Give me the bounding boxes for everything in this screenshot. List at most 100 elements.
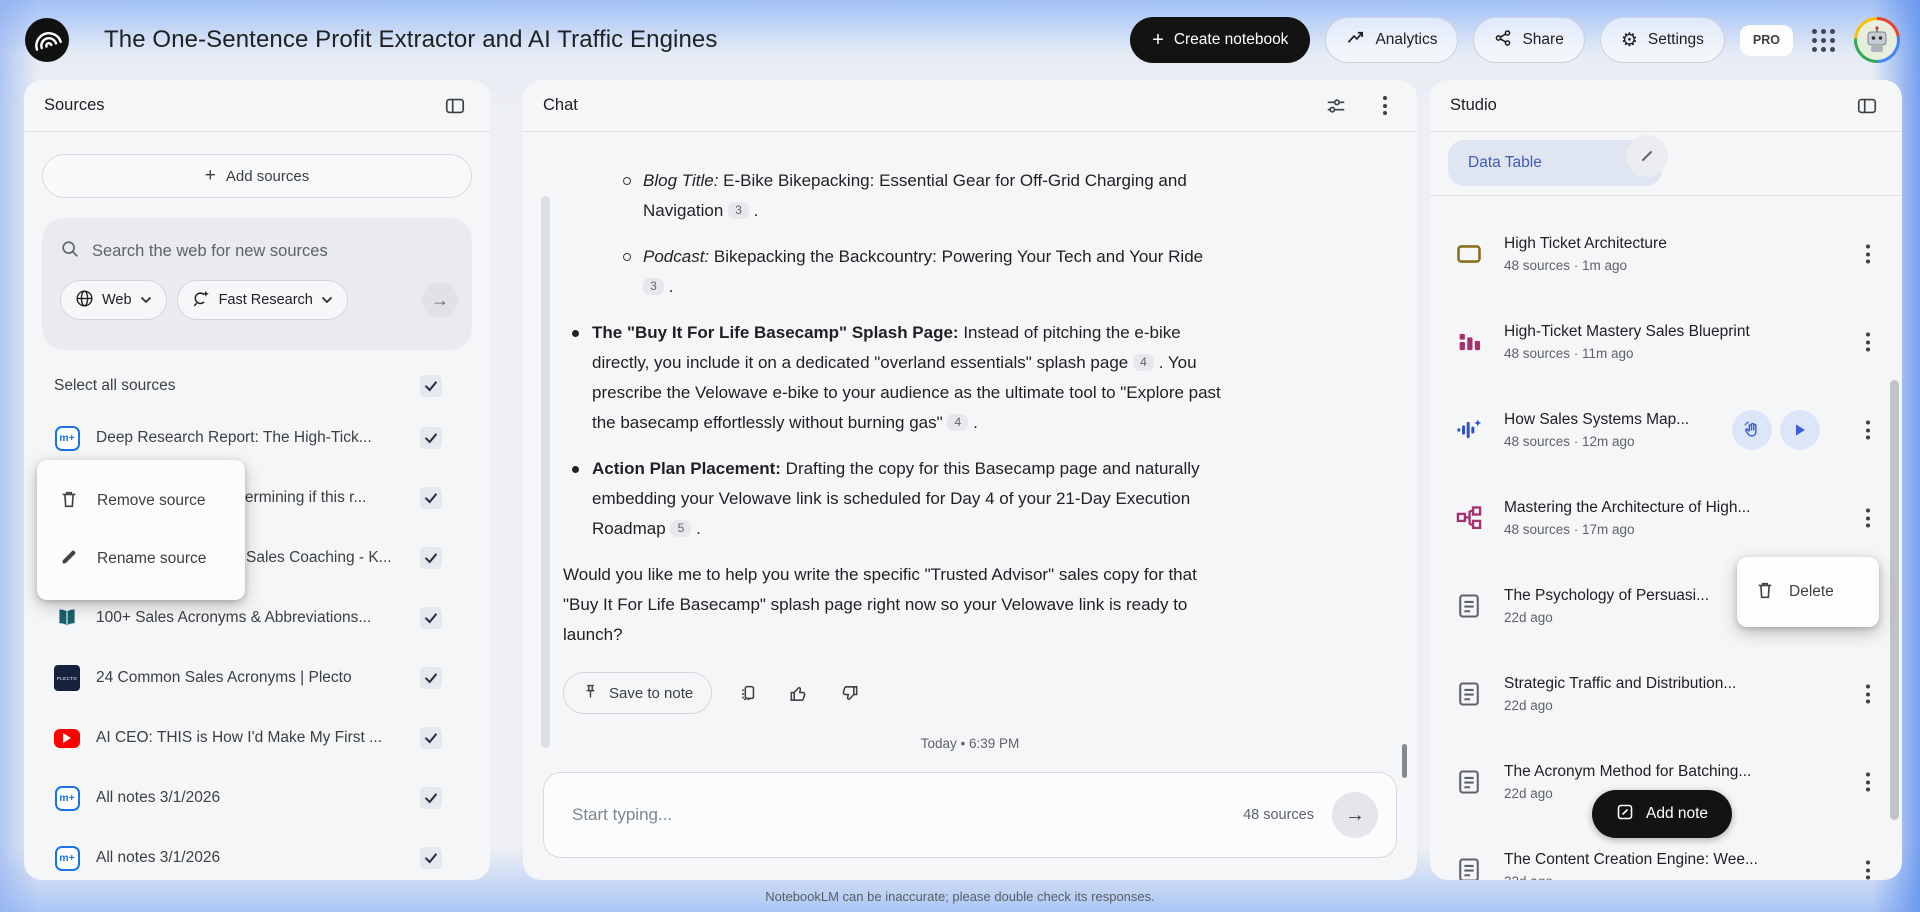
citation-chip[interactable]: 4	[1132, 353, 1154, 371]
disclaimer-footer: NotebookLM can be inaccurate; please dou…	[765, 888, 1155, 904]
app-header: The One-Sentence Profit Extractor and AI…	[0, 0, 1920, 80]
chat-text: Blog Title: E-Bike Bikepacking: Essentia…	[643, 171, 1187, 220]
note-icon: m+	[54, 785, 80, 811]
more-options-button[interactable]	[1860, 679, 1876, 710]
studio-panel: Studio Data Table High Ticket Architectu…	[1430, 80, 1902, 880]
interactive-mode-button[interactable]	[1732, 410, 1772, 450]
analytics-button[interactable]: Analytics	[1325, 17, 1459, 63]
chat-more-options-icon[interactable]	[1373, 86, 1397, 125]
source-checkbox[interactable]	[420, 607, 442, 629]
source-row[interactable]: AI CEO: THIS is How I'd Make My First ..…	[24, 708, 490, 768]
collapse-sources-panel-icon[interactable]	[440, 91, 470, 121]
source-title: Deep Research Report: The High-Tick...	[96, 429, 372, 446]
chat-scrollbar[interactable]	[541, 196, 550, 748]
header-actions: + Create notebook Analytics Share ⚙ Sett…	[1130, 17, 1900, 63]
sources-panel: Sources + Add sources Web Fast Rese	[24, 80, 490, 880]
source-checkbox[interactable]	[420, 727, 442, 749]
more-options-button[interactable]	[1860, 327, 1876, 358]
source-row[interactable]: m+ Deep Research Report: The High-Tick...	[24, 408, 490, 468]
studio-item-meta: 48 sources · 12m ago	[1504, 434, 1635, 449]
citation-chip[interactable]: 4	[947, 413, 969, 431]
play-audio-button[interactable]	[1780, 410, 1820, 450]
plecto-favicon: PLECTO	[54, 665, 80, 691]
copy-icon[interactable]	[734, 679, 762, 707]
studio-item[interactable]: Strategic Traffic and Distribution... 22d…	[1430, 650, 1902, 738]
chat-settings-icon[interactable]	[1321, 91, 1351, 121]
source-row[interactable]: m+ All notes 3/1/2026	[24, 828, 490, 880]
globe-icon	[75, 289, 94, 312]
settings-button[interactable]: ⚙ Settings	[1599, 17, 1725, 63]
source-row[interactable]: PLECTO 24 Common Sales Acronyms | Plecto	[24, 648, 490, 708]
source-checkbox[interactable]	[420, 487, 442, 509]
more-options-button[interactable]	[1860, 239, 1876, 270]
studio-item[interactable]: High-Ticket Mastery Sales Blueprint 48 so…	[1430, 298, 1902, 386]
flowchart-icon	[1452, 501, 1486, 535]
citation-chip[interactable]: 5	[670, 519, 692, 537]
chat-message: Blog Title: E-Bike Bikepacking: Essentia…	[563, 132, 1223, 714]
studio-item[interactable]: High Ticket Architecture 48 sources · 1m …	[1430, 210, 1902, 298]
trash-icon	[59, 489, 79, 514]
more-options-button[interactable]	[1860, 503, 1876, 534]
google-apps-grid-icon[interactable]	[1808, 25, 1839, 56]
chat-scroll-thumb[interactable]	[1402, 744, 1407, 778]
account-avatar[interactable]	[1854, 17, 1900, 63]
source-search-input[interactable]	[92, 241, 458, 261]
bullet-marker	[623, 253, 631, 261]
chat-input[interactable]	[572, 805, 1244, 825]
web-filter-dropdown[interactable]: Web	[60, 280, 167, 320]
studio-item-title: High-Ticket Mastery Sales Blueprint	[1504, 323, 1750, 340]
add-note-button[interactable]: Add note	[1592, 790, 1733, 838]
note-icon: m+	[54, 845, 80, 871]
studio-scrollbar[interactable]	[1890, 380, 1899, 820]
report-icon	[1452, 765, 1486, 799]
source-title: All notes 3/1/2026	[96, 789, 221, 806]
thumbs-down-icon[interactable]	[835, 679, 864, 708]
source-checkbox[interactable]	[420, 847, 442, 869]
studio-item-title: The Acronym Method for Batching...	[1504, 763, 1752, 780]
edit-chip-button[interactable]	[1626, 135, 1668, 177]
citation-chip[interactable]: 3	[643, 277, 664, 295]
notebooklm-logo[interactable]	[24, 17, 70, 63]
more-options-button[interactable]	[1860, 855, 1876, 881]
note-pencil-icon	[1616, 803, 1634, 826]
fast-research-icon	[192, 289, 211, 312]
chat-text: Podcast: Bikepacking the Backcountry: Po…	[643, 247, 1204, 296]
studio-item[interactable]: How Sales Systems Map... 48 sources · 12m…	[1430, 386, 1902, 474]
chevron-down-icon	[140, 292, 152, 308]
source-row[interactable]: m+ All notes 3/1/2026	[24, 768, 490, 828]
research-mode-dropdown[interactable]: Fast Research	[176, 280, 348, 320]
collapse-studio-panel-icon[interactable]	[1852, 91, 1882, 121]
citation-chip[interactable]: 3	[728, 201, 750, 219]
sources-count: 48 sources	[1243, 807, 1314, 823]
source-checkbox[interactable]	[420, 787, 442, 809]
bullet-marker	[572, 330, 579, 337]
source-checkbox[interactable]	[420, 547, 442, 569]
source-checkbox[interactable]	[420, 427, 442, 449]
submit-search-button[interactable]: →	[422, 282, 458, 318]
select-all-checkbox[interactable]	[420, 375, 442, 397]
studio-item-title: The Content Creation Engine: Wee...	[1504, 851, 1758, 868]
share-button[interactable]: Share	[1473, 17, 1585, 63]
date-divider: Today • 6:39 PM	[920, 736, 1020, 751]
gear-icon: ⚙	[1620, 29, 1638, 51]
add-sources-button[interactable]: + Add sources	[42, 154, 472, 198]
remove-source-menu-item[interactable]: Remove source	[37, 472, 245, 530]
save-to-note-button[interactable]: Save to note	[563, 672, 713, 714]
delete-context-menu[interactable]: Delete	[1737, 557, 1879, 627]
studio-item[interactable]: Mastering the Architecture of High... 48 …	[1430, 474, 1902, 562]
create-notebook-button[interactable]: + Create notebook	[1130, 17, 1311, 63]
more-options-button[interactable]	[1860, 415, 1876, 446]
pro-badge: PRO	[1739, 24, 1793, 56]
chat-panel-title: Chat	[543, 96, 578, 114]
source-checkbox[interactable]	[420, 667, 442, 689]
send-message-button[interactable]: →	[1332, 792, 1378, 838]
report-icon	[1452, 853, 1486, 880]
thumbs-up-icon[interactable]	[784, 679, 813, 708]
studio-chip-row: Data Table	[1430, 132, 1902, 196]
rename-source-menu-item[interactable]: Rename source	[37, 530, 245, 588]
report-icon	[1452, 677, 1486, 711]
more-options-button[interactable]	[1860, 767, 1876, 798]
book-icon	[54, 605, 80, 631]
studio-item-meta: 48 sources · 1m ago	[1504, 258, 1628, 273]
select-all-row: Select all sources	[24, 364, 490, 408]
